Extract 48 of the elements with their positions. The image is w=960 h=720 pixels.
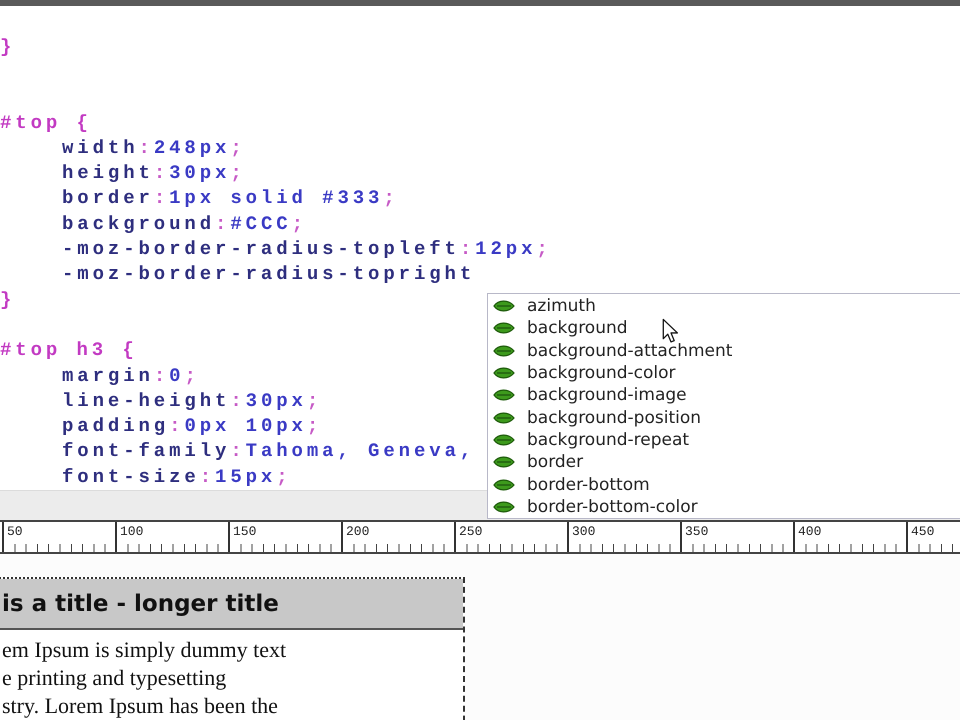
ruler-label: 400 (797, 524, 822, 540)
code-line: padding:0px 10px; (62, 415, 322, 438)
ruler-label: 100 (119, 524, 144, 540)
autocomplete-item[interactable]: background-repeat (488, 428, 960, 452)
ruler-label: 150 (232, 524, 256, 540)
autocomplete-item[interactable]: border-bottom (488, 473, 960, 496)
code-line: margin:0; (62, 364, 200, 386)
leaf-icon (493, 500, 515, 513)
body-text-line: stry. Lorem Ipsum has been the (2, 692, 279, 720)
box-title: is a title - longer title (2, 590, 279, 616)
leaf-icon (493, 389, 515, 402)
code-line: } (0, 36, 16, 58)
code-line: -moz-border-radius-topleft:12px; (62, 238, 552, 260)
code-line: background:#CCC; (62, 212, 307, 235)
autocomplete-item[interactable]: background-position (488, 406, 960, 429)
code-line: font-size:15px; (62, 466, 292, 488)
code-line: font-family:Tahoma, Geneva, (62, 440, 476, 462)
leaf-icon (493, 322, 515, 334)
ruler-label: 250 (458, 524, 482, 540)
code-line: width:248px; (62, 136, 246, 159)
autocomplete-item[interactable]: azimuth (488, 295, 960, 318)
leaf-icon (493, 456, 515, 468)
autocomplete-item[interactable]: background-attachment (488, 340, 960, 362)
ruler-label: 200 (345, 524, 370, 540)
ruler-label: 300 (571, 524, 596, 540)
code-line: line-height:30px; (62, 390, 322, 412)
leaf-icon (493, 367, 515, 380)
autocomplete-item[interactable]: border (488, 451, 960, 474)
code-line: } (0, 288, 16, 311)
leaf-icon (493, 412, 515, 424)
autocomplete-item[interactable]: background (488, 317, 960, 340)
leaf-icon (493, 344, 515, 357)
code-line: -moz-border-radius-topright (62, 263, 476, 286)
mouse-pointer-icon (662, 318, 680, 344)
code-line: border:1px solid #333; (62, 187, 399, 210)
ruler-label: 350 (684, 524, 708, 540)
code-line: #top { (0, 112, 92, 134)
body-text-line: em Ipsum is simply dummy text (2, 636, 288, 664)
ruler-label: 450 (910, 524, 934, 540)
leaf-icon (493, 478, 515, 491)
ruler-label: 50 (6, 524, 23, 540)
autocomplete-item[interactable]: background-image (488, 384, 960, 406)
leaf-icon (493, 300, 515, 312)
code-line: #top h3 { (0, 339, 138, 362)
leaf-icon (493, 434, 515, 446)
code-line: height:30px; (62, 162, 246, 184)
body-text-line: e printing and typesetting (2, 664, 228, 692)
autocomplete-item[interactable]: background-color (488, 362, 960, 384)
